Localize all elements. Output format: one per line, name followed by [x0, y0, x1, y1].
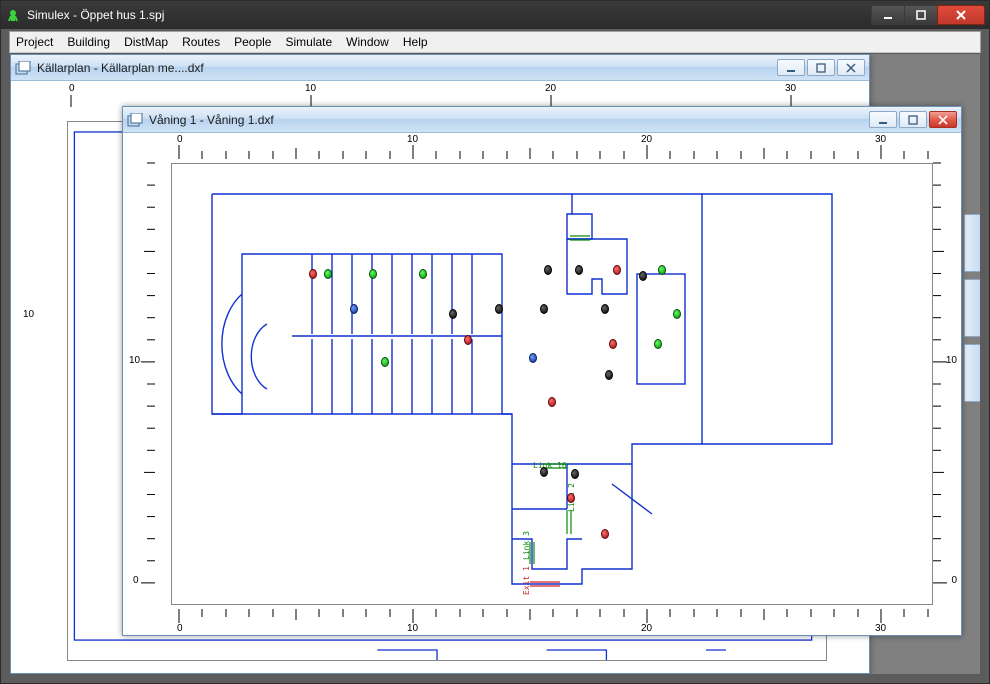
person-marker[interactable] [350, 304, 358, 314]
mdi-client: Källarplan - Källarplan me....dxf [9, 53, 981, 675]
child-controls-front [869, 111, 957, 128]
child-maximize-button[interactable] [807, 59, 835, 76]
app-window: Simulex - Öppet hus 1.spj Project Buildi… [0, 0, 990, 684]
person-marker[interactable] [548, 397, 556, 407]
person-marker[interactable] [601, 529, 609, 539]
tick-label: 0 [177, 134, 183, 145]
close-button[interactable] [937, 5, 985, 25]
ruler-left: 0 10 [131, 161, 157, 607]
child-title-back: Källarplan - Källarplan me....dxf [37, 61, 777, 75]
tick-label: 30 [785, 83, 796, 94]
people-layer [172, 164, 932, 604]
menu-distmap[interactable]: DistMap [124, 35, 168, 49]
child-close-button[interactable] [837, 59, 865, 76]
ruler-bottom: 0 10 20 30 [163, 607, 943, 631]
child-controls-back [777, 59, 865, 76]
person-marker[interactable] [544, 265, 552, 275]
menu-project[interactable]: Project [16, 35, 53, 49]
tick-label: 0 [69, 83, 75, 94]
tick-label: 10 [407, 623, 418, 634]
person-marker[interactable] [529, 353, 537, 363]
side-tab-2[interactable] [964, 279, 980, 337]
person-marker[interactable] [324, 269, 332, 279]
child-maximize-button[interactable] [899, 111, 927, 128]
app-title: Simulex - Öppet hus 1.spj [27, 8, 872, 22]
ruler-left-back: 10 [19, 109, 45, 645]
maximize-button[interactable] [904, 5, 938, 25]
person-marker[interactable] [495, 304, 503, 314]
side-tab-3[interactable] [964, 344, 980, 402]
document-icon [15, 61, 31, 75]
person-marker[interactable] [673, 309, 681, 319]
person-marker[interactable] [639, 271, 647, 281]
person-marker[interactable] [567, 493, 575, 503]
child-minimize-button[interactable] [777, 59, 805, 76]
app-icon [5, 7, 21, 23]
person-marker[interactable] [464, 335, 472, 345]
person-marker[interactable] [609, 339, 617, 349]
child-titlebar-back[interactable]: Källarplan - Källarplan me....dxf [11, 55, 869, 81]
person-marker[interactable] [654, 339, 662, 349]
person-marker[interactable] [571, 469, 579, 479]
person-marker[interactable] [605, 370, 613, 380]
window-controls [872, 5, 985, 25]
minimize-button[interactable] [871, 5, 905, 25]
menu-window[interactable]: Window [346, 35, 389, 49]
person-marker[interactable] [613, 265, 621, 275]
ruler-right: 0 10 [931, 161, 957, 607]
side-tab-1[interactable] [964, 214, 980, 272]
person-marker[interactable] [381, 357, 389, 367]
tick-label: 10 [946, 355, 957, 366]
person-marker[interactable] [575, 265, 583, 275]
tick-label: 20 [641, 623, 652, 634]
document-icon [127, 113, 143, 127]
menu-help[interactable]: Help [403, 35, 428, 49]
person-marker[interactable] [540, 467, 548, 477]
tick-label: 20 [641, 134, 652, 145]
person-marker[interactable] [601, 304, 609, 314]
person-marker[interactable] [309, 269, 317, 279]
tick-label: 0 [133, 575, 139, 586]
menu-simulate[interactable]: Simulate [285, 35, 332, 49]
plan-frame[interactable]: Link 16 Link 2 Link 3 Exit 1 [171, 163, 933, 605]
child-window-vaning1[interactable]: Våning 1 - Våning 1.dxf [122, 106, 962, 636]
person-marker[interactable] [369, 269, 377, 279]
app-titlebar[interactable]: Simulex - Öppet hus 1.spj [1, 1, 989, 29]
tick-label: 0 [177, 623, 183, 634]
child-close-button[interactable] [929, 111, 957, 128]
menubar: Project Building DistMap Routes People S… [9, 31, 981, 53]
person-marker[interactable] [658, 265, 666, 275]
ruler-top: 0 10 20 30 [163, 137, 943, 161]
child-body-front: 0 10 20 30 [123, 133, 961, 635]
tick-label: 10 [129, 355, 140, 366]
tick-label: 20 [545, 83, 556, 94]
tick-label: 0 [951, 575, 957, 586]
menu-routes[interactable]: Routes [182, 35, 220, 49]
child-titlebar-front[interactable]: Våning 1 - Våning 1.dxf [123, 107, 961, 133]
menu-people[interactable]: People [234, 35, 271, 49]
child-minimize-button[interactable] [869, 111, 897, 128]
child-title-front: Våning 1 - Våning 1.dxf [149, 113, 869, 127]
person-marker[interactable] [540, 304, 548, 314]
person-marker[interactable] [449, 309, 457, 319]
tick-label: 30 [875, 623, 886, 634]
tick-label: 10 [23, 309, 34, 320]
person-marker[interactable] [419, 269, 427, 279]
menu-building[interactable]: Building [67, 35, 110, 49]
tick-label: 10 [305, 83, 316, 94]
tick-label: 10 [407, 134, 418, 145]
tick-label: 30 [875, 134, 886, 145]
